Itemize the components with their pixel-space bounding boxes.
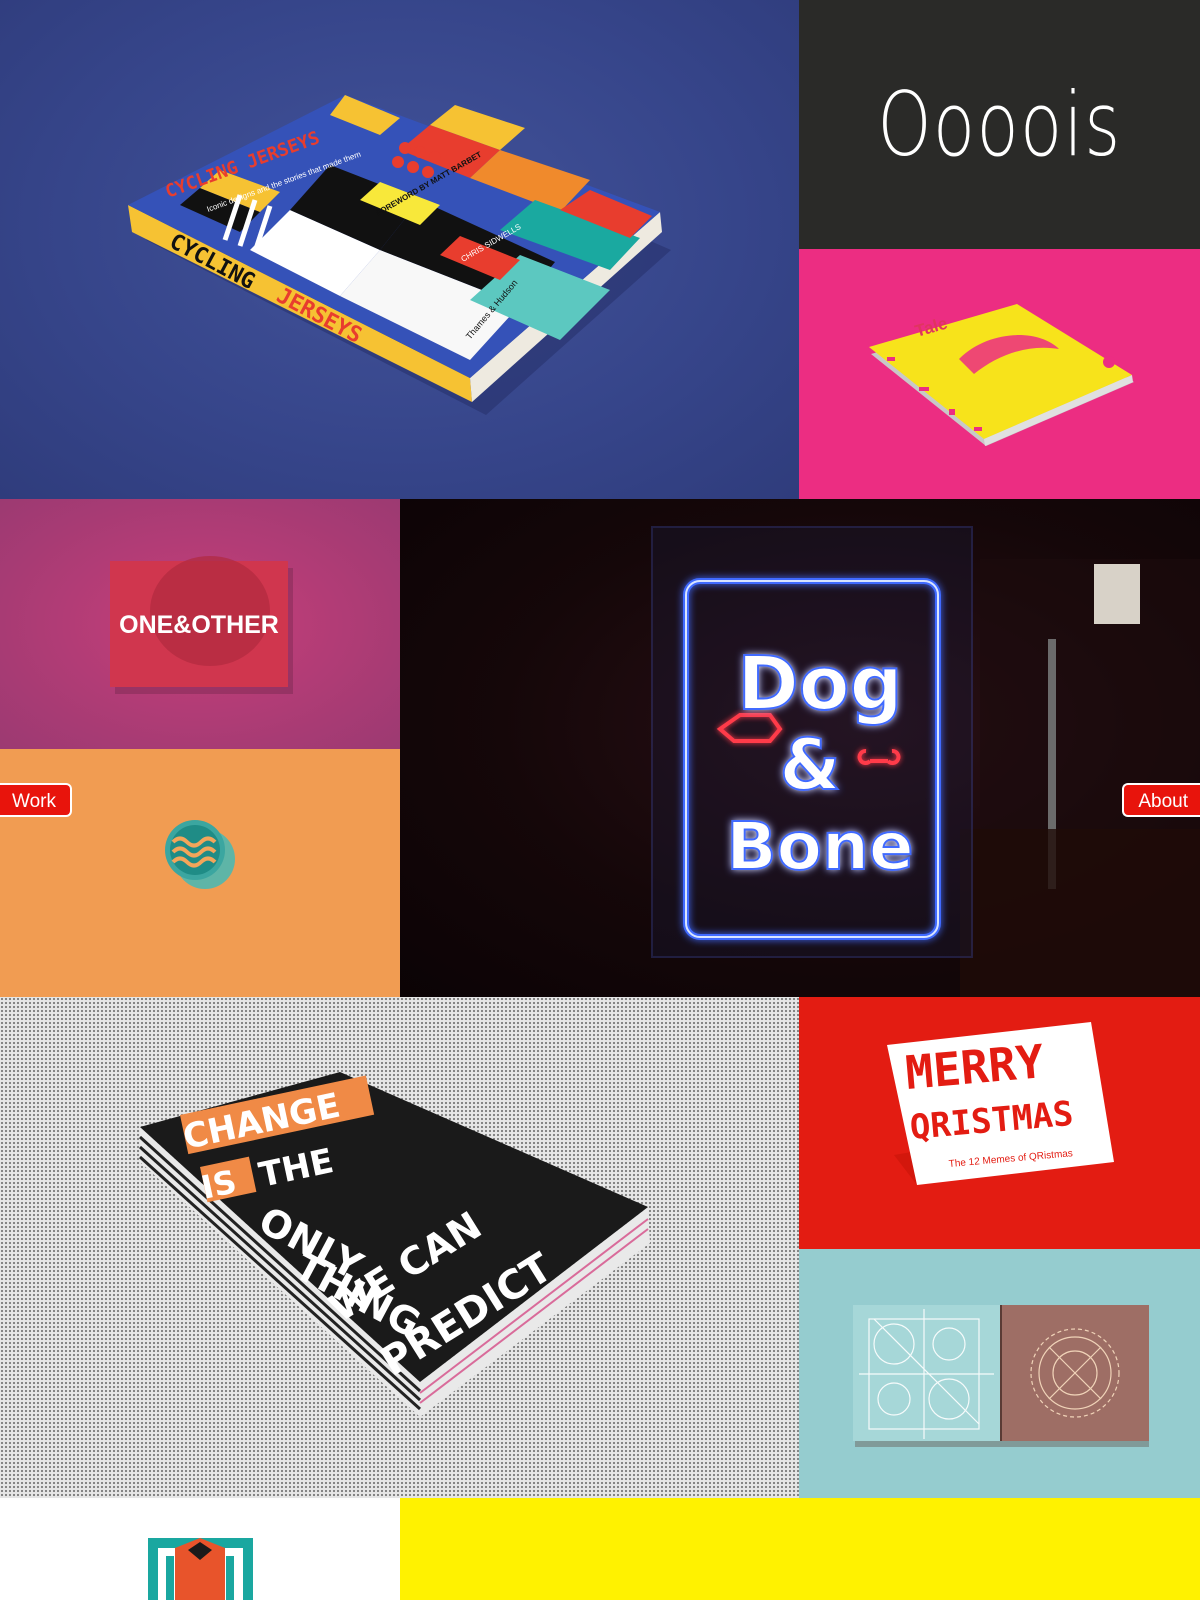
geometric-book-image bbox=[853, 1305, 1149, 1447]
project-tile-geometric-book[interactable] bbox=[799, 1249, 1200, 1498]
work-nav-button[interactable]: Work bbox=[0, 783, 72, 817]
project-tile-merry-qristmas[interactable]: MERRY QRISTMAS The 12 Memes of QRistmas bbox=[799, 997, 1200, 1249]
cycling-jerseys-book-image: CYCLING JERSEYS Iconic designs and the s… bbox=[128, 95, 671, 415]
bone-neon-word: Bone bbox=[726, 808, 913, 885]
portfolio-grid: CYCLING JERSEYS Iconic designs and the s… bbox=[0, 0, 1200, 1600]
project-tile-cycling-jerseys[interactable]: CYCLING JERSEYS Iconic designs and the s… bbox=[0, 0, 799, 499]
and-neon-symbol: & bbox=[779, 724, 840, 806]
one-other-book-image: ONE&OTHER bbox=[110, 556, 293, 694]
project-tile-tale[interactable]: Tale bbox=[799, 249, 1200, 499]
project-tile-monogram[interactable] bbox=[0, 1498, 400, 1600]
dog-and-bone-neon-image: Dog & Bone bbox=[651, 526, 1200, 997]
dog-neon-word: Dog bbox=[737, 641, 902, 727]
one-other-title: ONE&OTHER bbox=[119, 611, 279, 639]
about-nav-button[interactable]: About bbox=[1122, 783, 1200, 817]
project-tile-one-other[interactable]: ONE&OTHER bbox=[0, 499, 400, 749]
monogram-logo-image bbox=[148, 1538, 253, 1600]
site-logo-tile[interactable]: Oooois bbox=[799, 0, 1200, 249]
project-tile-dog-and-bone[interactable]: Dog & Bone bbox=[400, 499, 1200, 997]
project-tile-change[interactable]: CHANGE IS THE ONLY THING WE CAN PREDICT bbox=[0, 997, 799, 1498]
site-logo[interactable]: Oooois bbox=[877, 80, 1121, 169]
project-tile-yellow[interactable] bbox=[400, 1498, 1200, 1600]
change-book-stack-image: CHANGE IS THE ONLY THING WE CAN PREDICT bbox=[138, 1072, 650, 1417]
tale-book-image: Tale bbox=[869, 304, 1134, 446]
merry-qristmas-card-image: MERRY QRISTMAS The 12 Memes of QRistmas bbox=[887, 1022, 1114, 1185]
